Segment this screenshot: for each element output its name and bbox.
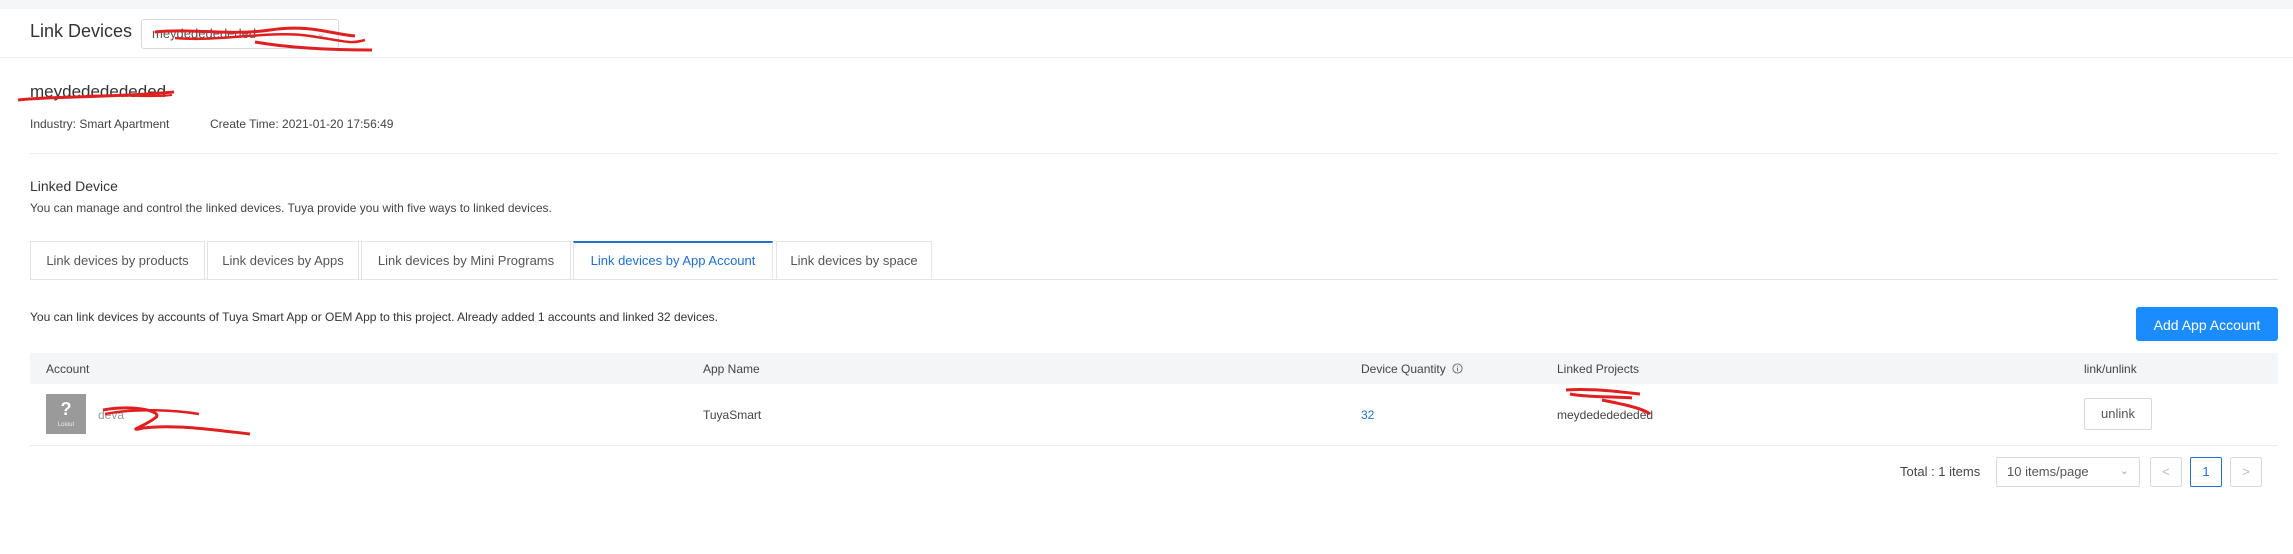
page-header: Link Devices meydededededed ⌄ [0, 9, 2293, 58]
prev-page-button[interactable]: < [2150, 457, 2182, 487]
column-app-name: App Name [703, 362, 760, 376]
page-title: Link Devices [30, 21, 133, 41]
tab-link-by-app-account[interactable]: Link devices by App Account [573, 241, 773, 280]
page-size-value: 10 items/page [2007, 464, 2089, 479]
table-header: Account App Name Device Quantity Linked … [30, 353, 2278, 384]
page-1-button[interactable]: 1 [2190, 457, 2222, 487]
linked-device-description: You can manage and control the linked de… [30, 201, 552, 215]
account-info-text: You can link devices by accounts of Tuya… [30, 310, 718, 324]
unlink-button[interactable]: unlink [2084, 398, 2152, 430]
column-link-unlink: link/unlink [2084, 362, 2137, 376]
tabs-baseline [30, 279, 2278, 280]
app-name: TuyaSmart [703, 408, 762, 422]
linked-projects: meydededededed [1557, 408, 1654, 422]
section-divider [30, 153, 2278, 154]
tab-link-by-apps[interactable]: Link devices by Apps [207, 241, 359, 280]
top-strip [0, 0, 2293, 9]
project-create-time: Create Time: 2021-01-20 17:56:49 [210, 117, 394, 131]
tab-link-by-mini-programs[interactable]: Link devices by Mini Programs [361, 241, 571, 280]
avatar-symbol: ? [60, 399, 72, 419]
device-quantity-link[interactable]: 32 [1361, 408, 1374, 422]
tab-link-by-products[interactable]: Link devices by products [30, 241, 205, 280]
column-linked-projects: Linked Projects [1557, 362, 1640, 376]
avatar: ? Loiout [46, 394, 86, 434]
chevron-down-icon: ⌄ [315, 26, 326, 40]
project-select-value: meydededededed [152, 26, 257, 41]
column-device-quantity-label: Device Quantity [1361, 362, 1446, 376]
table-row: ? Loiout deva TuyaSmart 32 meydedededede… [30, 384, 2278, 446]
add-app-account-button[interactable]: Add App Account [2136, 307, 2278, 341]
linked-device-title: Linked Device [30, 178, 118, 194]
project-select[interactable]: meydededededed ⌄ [141, 19, 339, 49]
column-account: Account [46, 362, 90, 376]
info-circle-icon[interactable] [1452, 363, 1463, 374]
pagination-total: Total : 1 items [1900, 464, 1981, 479]
chevron-down-icon: ⌄ [2119, 465, 2129, 477]
tab-link-by-space[interactable]: Link devices by space [776, 241, 932, 280]
page-size-select[interactable]: 10 items/page ⌄ [1996, 457, 2140, 487]
avatar-label: Loiout [57, 422, 75, 428]
column-device-quantity: Device Quantity [1361, 362, 1463, 376]
account-name: deva [98, 408, 125, 422]
project-name: meydededededed [30, 82, 167, 101]
next-page-button[interactable]: > [2230, 457, 2262, 487]
project-industry: Industry: Smart Apartment [30, 117, 170, 131]
